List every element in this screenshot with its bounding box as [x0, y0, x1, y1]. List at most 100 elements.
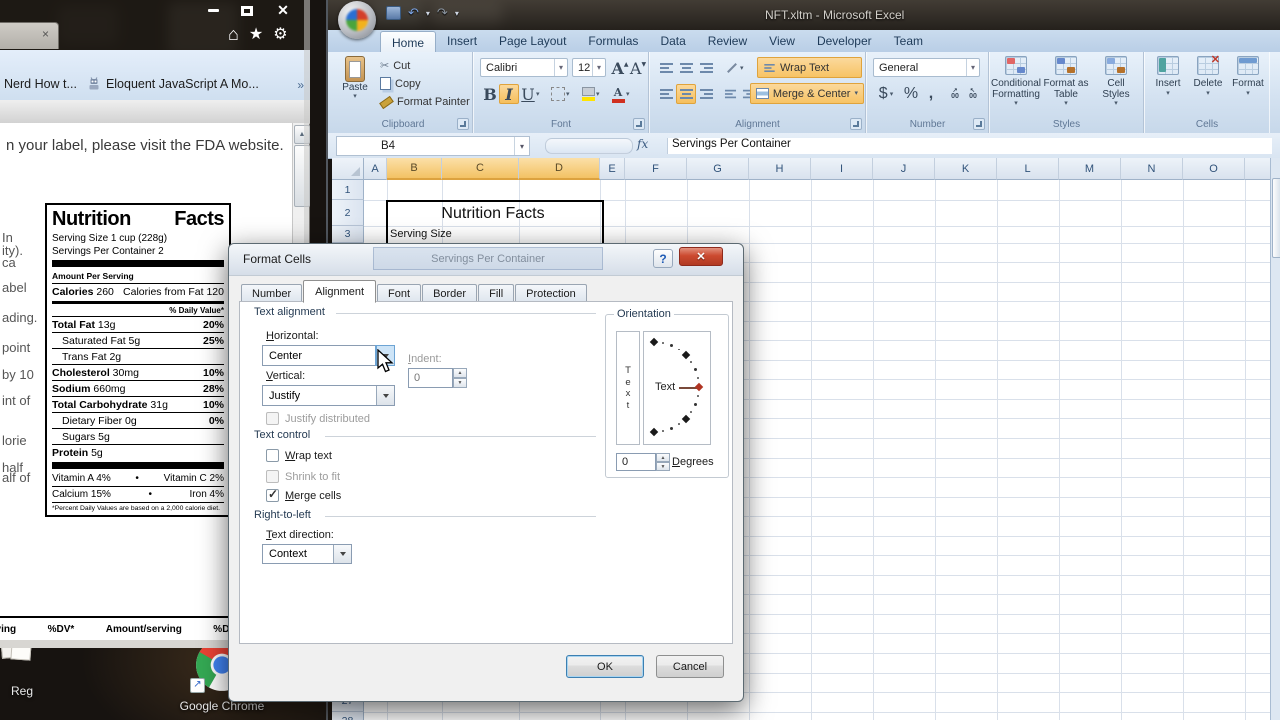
vertical-text-option[interactable]: Text: [616, 331, 640, 445]
borders-button[interactable]: [548, 84, 568, 104]
font-dialog-launcher[interactable]: [633, 118, 645, 130]
dial-tick[interactable]: [681, 350, 691, 360]
vertical-combo[interactable]: Justify: [262, 385, 395, 406]
tab-close-icon[interactable]: ×: [42, 27, 49, 41]
fill-color-dropdown-icon[interactable]: ▾: [596, 91, 600, 98]
column-header-o[interactable]: O: [1183, 158, 1245, 180]
underline-button[interactable]: U: [518, 84, 538, 104]
top-align-button[interactable]: [656, 58, 676, 78]
home-icon[interactable]: ⌂: [228, 24, 239, 45]
gear-icon[interactable]: ⚙: [273, 24, 287, 45]
format-as-table-button[interactable]: Format as Table ▾: [1042, 56, 1090, 107]
column-header-n[interactable]: N: [1121, 158, 1183, 180]
dialog-tab-font[interactable]: Font: [377, 284, 422, 302]
sheet-vertical-scrollbar[interactable]: [1270, 158, 1280, 720]
dialog-tab-protection[interactable]: Protection: [515, 284, 587, 302]
ribbon-tab-team[interactable]: Team: [883, 30, 934, 52]
cancel-button[interactable]: Cancel: [656, 655, 724, 678]
align-left-button[interactable]: [656, 84, 676, 104]
minimize-button[interactable]: [200, 2, 226, 19]
indent-input[interactable]: 0: [408, 368, 453, 388]
maximize-button[interactable]: [234, 2, 260, 19]
column-header-m[interactable]: M: [1059, 158, 1121, 180]
cell-b2[interactable]: Nutrition Facts: [388, 201, 598, 226]
cell-styles-button[interactable]: Cell Styles ▾: [1092, 56, 1140, 107]
bold-button[interactable]: B: [480, 84, 500, 104]
italic-button-active[interactable]: I: [499, 84, 519, 104]
undo-icon[interactable]: ↶: [408, 5, 419, 21]
ribbon-tab-review[interactable]: Review: [697, 30, 758, 52]
degrees-input[interactable]: 0: [616, 453, 656, 471]
select-all-corner[interactable]: [332, 158, 364, 180]
insert-function-icon[interactable]: fx: [637, 137, 648, 151]
cut-button[interactable]: ✂ Cut: [380, 59, 410, 73]
comma-style-button[interactable]: ,: [921, 84, 941, 104]
borders-dropdown-icon[interactable]: ▾: [566, 91, 570, 98]
dial-pointer-diamond[interactable]: [694, 382, 704, 392]
rotation-dial[interactable]: Text: [643, 331, 711, 445]
cell-b3[interactable]: Serving Size: [390, 228, 452, 240]
middle-align-button[interactable]: [676, 58, 696, 78]
column-header-k[interactable]: K: [935, 158, 997, 180]
row-header-2[interactable]: 2: [332, 200, 364, 226]
spin-up-icon[interactable]: ▲: [656, 453, 670, 462]
spin-down-icon[interactable]: ▼: [656, 462, 670, 471]
alignment-dialog-launcher[interactable]: [850, 118, 862, 130]
close-button[interactable]: ✕: [270, 2, 296, 19]
dialog-tab-border[interactable]: Border: [422, 284, 478, 302]
dialog-close-button[interactable]: ✕: [679, 247, 723, 266]
name-box[interactable]: B4 ▾: [336, 136, 530, 156]
bookmark-nerd-how-t-[interactable]: Nerd How t...: [0, 77, 83, 100]
grow-font-button[interactable]: A ▲: [610, 58, 630, 78]
column-header-f[interactable]: F: [625, 158, 687, 180]
sheet-scrollbar-thumb[interactable]: [1272, 178, 1280, 258]
column-header-g[interactable]: G: [687, 158, 749, 180]
ribbon-tab-insert[interactable]: Insert: [436, 30, 488, 52]
column-header-j[interactable]: J: [873, 158, 935, 180]
number-dialog-launcher[interactable]: [973, 118, 985, 130]
merge-center-button-active[interactable]: Merge & Center ▾: [750, 83, 864, 104]
bookmark-eloquent-javascript-a-mo-[interactable]: Eloquent JavaScript A Mo...: [83, 77, 265, 100]
ribbon-tab-page-layout[interactable]: Page Layout: [488, 30, 577, 52]
increase-decimal-button[interactable]: ↗ 00: [945, 84, 965, 104]
paste-button[interactable]: Paste ▾: [338, 56, 372, 100]
column-header-h[interactable]: H: [749, 158, 811, 180]
column-header-e[interactable]: E: [600, 158, 625, 180]
column-header-c[interactable]: C: [442, 158, 519, 180]
spin-up-icon[interactable]: ▲: [453, 368, 467, 378]
percent-style-button[interactable]: %: [901, 84, 921, 104]
ribbon-tab-developer[interactable]: Developer: [806, 30, 883, 52]
font-color-button[interactable]: A: [608, 84, 628, 104]
orientation-button[interactable]: [722, 58, 742, 78]
decrease-indent-button[interactable]: [720, 84, 740, 104]
dialog-tab-number[interactable]: Number: [241, 284, 303, 302]
vertical-dropdown-button[interactable]: [376, 386, 394, 405]
name-box-dropdown-icon[interactable]: ▾: [513, 137, 529, 155]
degrees-spinner[interactable]: ▲ ▼: [656, 453, 670, 471]
undo-dropdown-icon[interactable]: ▾: [426, 9, 430, 18]
font-size-combo[interactable]: 12 ▾: [572, 58, 606, 77]
text-direction-dropdown-button[interactable]: [333, 545, 351, 563]
row-header-1[interactable]: 1: [332, 180, 364, 200]
font-family-combo[interactable]: Calibri ▾: [480, 58, 568, 77]
bottom-align-button[interactable]: [696, 58, 716, 78]
column-header-a[interactable]: A: [364, 158, 387, 180]
dial-tick[interactable]: [649, 427, 659, 437]
save-icon[interactable]: [386, 6, 401, 20]
row-header-28[interactable]: 28: [332, 711, 364, 720]
underline-dropdown-icon[interactable]: ▾: [536, 91, 540, 98]
qat-customize-icon[interactable]: ▾: [455, 9, 459, 18]
column-header-l[interactable]: L: [997, 158, 1059, 180]
fill-color-button[interactable]: [578, 84, 598, 104]
delete-button[interactable]: ✕ Delete ▾: [1189, 54, 1227, 97]
wrap-text-button-active[interactable]: Wrap Text: [757, 57, 862, 78]
row-header-3[interactable]: 3: [332, 226, 364, 243]
merge-cells-checkbox-checked[interactable]: ✓ Merge cells: [266, 487, 341, 502]
ribbon-tab-home[interactable]: Home: [380, 31, 437, 52]
column-header-i[interactable]: I: [811, 158, 873, 180]
accounting-format-button[interactable]: $ ▾: [873, 84, 899, 104]
column-header-b[interactable]: B: [387, 158, 442, 180]
dialog-help-button[interactable]: ?: [653, 249, 673, 268]
formula-input[interactable]: Servings Per Container: [667, 138, 1272, 154]
copy-button[interactable]: Copy: [380, 77, 421, 90]
